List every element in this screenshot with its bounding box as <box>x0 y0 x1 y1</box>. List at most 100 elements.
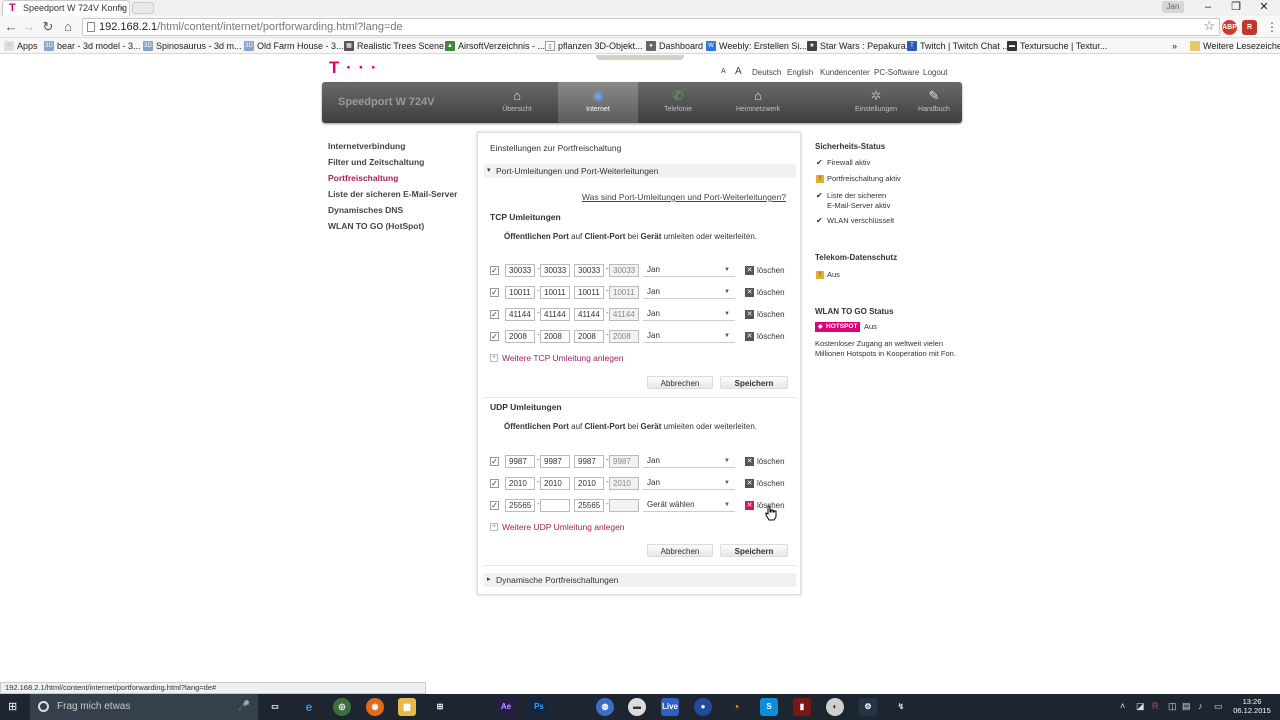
udp-cancel-button[interactable]: Abbrechen <box>647 544 713 557</box>
delete-button[interactable]: ✕ löschen <box>745 330 785 343</box>
browser-menu-icon[interactable]: ⋮ <box>1266 20 1278 34</box>
public-port-start-input[interactable]: 10011 <box>505 286 535 299</box>
public-port-start-input[interactable]: 41144 <box>505 308 535 321</box>
bookmarks-overflow-icon[interactable]: » <box>1172 39 1177 53</box>
delete-button[interactable]: ✕ löschen <box>745 286 785 299</box>
lang-english-link[interactable]: English <box>787 68 813 77</box>
forward-arrow-icon[interactable]: → <box>20 19 38 35</box>
skype-icon[interactable]: S <box>760 698 778 716</box>
public-port-end-input[interactable]: 2008 <box>540 330 570 343</box>
windows-start-icon[interactable]: ⊞ <box>8 701 20 713</box>
section-dynamic-portforwarding[interactable]: ▸ Dynamische Portfreischaltungen <box>484 573 796 587</box>
teamspeak-icon[interactable]: ◍ <box>596 698 614 716</box>
network-icon[interactable]: ▤ <box>1182 701 1191 712</box>
minimize-icon[interactable]: – <box>1194 0 1222 16</box>
logout-link[interactable]: Logout <box>923 68 947 77</box>
other-bookmarks-folder[interactable]: Weitere Lesezeichen <box>1190 39 1280 53</box>
app-circle-icon[interactable]: ◐ <box>826 698 844 716</box>
cortana-search-input[interactable]: Frag mich etwas 🎤 <box>30 694 258 720</box>
reload-icon[interactable]: ↻ <box>39 19 57 35</box>
back-arrow-icon[interactable]: ← <box>2 19 20 35</box>
bookmark-star-icon[interactable]: ☆ <box>1203 18 1215 34</box>
device-select[interactable]: Jan ▼ <box>643 264 735 277</box>
row-enable-checkbox[interactable]: ✓ <box>490 332 499 341</box>
bookmark-item[interactable]: T Twitch | Twitch Chat ... <box>907 39 1010 53</box>
udp-save-button[interactable]: Speichern <box>720 544 788 557</box>
device-select[interactable]: Jan ▼ <box>643 477 735 490</box>
tab-heimnetzwerk[interactable]: ⌂ Heimnetzwerk <box>718 82 798 123</box>
adblock-extension-icon[interactable]: ABP <box>1222 20 1237 35</box>
bookmark-item[interactable]: ★ Star Wars : Pepakura... <box>807 39 913 53</box>
client-port-start-input[interactable]: 2008 <box>574 330 604 343</box>
font-large-link[interactable]: A <box>735 66 742 77</box>
client-port-start-input[interactable]: 10011 <box>574 286 604 299</box>
tray-expand-icon[interactable]: ˄ <box>1120 701 1125 711</box>
public-port-end-input[interactable]: 2010 <box>540 477 570 490</box>
chrome-icon[interactable]: ◎ <box>333 698 351 716</box>
tray-app-icon[interactable]: ◪ <box>1136 701 1145 712</box>
app-icon[interactable]: ▬ <box>628 698 646 716</box>
blender-icon[interactable]: ◔ <box>727 698 745 716</box>
tcp-cancel-button[interactable]: Abbrechen <box>647 376 713 389</box>
firefox-icon[interactable]: ◉ <box>366 698 384 716</box>
public-port-end-input[interactable] <box>540 499 570 512</box>
public-port-start-input[interactable]: 30033 <box>505 264 535 277</box>
delete-button[interactable]: ✕ löschen <box>745 455 785 468</box>
extension-icon[interactable]: R <box>1242 20 1257 35</box>
public-port-start-input[interactable]: 2010 <box>505 477 535 490</box>
app-red-icon[interactable]: ▮ <box>793 698 811 716</box>
row-enable-checkbox[interactable]: ✓ <box>490 501 499 510</box>
new-tab-button[interactable] <box>132 2 154 14</box>
user-profile-badge[interactable]: Jan <box>1162 1 1184 13</box>
add-tcp-redirect-link[interactable]: + Weitere TCP Umleitung anlegen <box>490 353 623 363</box>
public-port-end-input[interactable]: 30033 <box>540 264 570 277</box>
telekom-logo[interactable]: T · · · <box>329 58 378 78</box>
client-port-start-input[interactable]: 9987 <box>574 455 604 468</box>
sidebar-item-email-server[interactable]: Liste der sicheren E-Mail-Server <box>328 189 457 199</box>
tab-uebersicht[interactable]: ⌂ Übersicht <box>477 82 557 123</box>
store-icon[interactable]: ⊞ <box>431 698 449 716</box>
public-port-end-input[interactable]: 10011 <box>540 286 570 299</box>
close-window-icon[interactable]: ✕ <box>1250 0 1278 16</box>
row-enable-checkbox[interactable]: ✓ <box>490 310 499 319</box>
bookmark-item[interactable]: ▬ Textursuche | Textur... <box>1007 39 1107 53</box>
help-link[interactable]: Was sind Port-Umleitungen und Port-Weite… <box>582 192 786 202</box>
client-port-start-input[interactable]: 30033 <box>574 264 604 277</box>
sidebar-item-portfreischaltung[interactable]: Portfreischaltung <box>328 173 398 183</box>
task-view-icon[interactable]: ▭ <box>266 698 284 716</box>
font-small-link[interactable]: A <box>721 68 726 75</box>
explorer-folder-icon[interactable]: ▆ <box>398 698 416 716</box>
tcp-save-button[interactable]: Speichern <box>720 376 788 389</box>
after-effects-icon[interactable]: Ae <box>497 698 515 716</box>
bookmark-item[interactable]: ▦ Realistic Trees Scene... <box>344 39 452 53</box>
sidebar-item-filter[interactable]: Filter und Zeitschaltung <box>328 157 424 167</box>
row-enable-checkbox[interactable]: ✓ <box>490 288 499 297</box>
notifications-icon[interactable]: ▭ <box>1214 701 1223 712</box>
home-icon[interactable]: ⌂ <box>59 19 77 35</box>
taskbar-clock[interactable]: 13:26 06.12.2015 <box>1232 697 1272 715</box>
sidebar-item-internetverbindung[interactable]: Internetverbindung <box>328 141 405 151</box>
tab-close-icon[interactable]: × <box>120 1 125 15</box>
photoshop-icon[interactable]: Ps <box>530 698 548 716</box>
bookmark-item[interactable]: ▯ pflanzen 3D-Objekt... <box>545 39 643 53</box>
sidebar-item-wlan-to-go[interactable]: WLAN TO GO (HotSpot) <box>328 221 424 231</box>
client-port-start-input[interactable]: 2010 <box>574 477 604 490</box>
tab-telefonie[interactable]: ✆ Telefonie <box>638 82 718 123</box>
section-port-redirects[interactable]: ▾ Port-Umleitungen und Port-Weiterleitun… <box>484 164 796 178</box>
public-port-start-input[interactable]: 2008 <box>505 330 535 343</box>
delete-button[interactable]: ✕ löschen <box>745 477 785 490</box>
bookmark-item[interactable]: 3D Spinosaurus - 3d m... <box>143 39 242 53</box>
add-udp-redirect-link[interactable]: + Weitere UDP Umleitung anlegen <box>490 522 625 532</box>
browser-tab[interactable]: T Speedport W 724V Konfig × <box>2 0 130 16</box>
delete-button[interactable]: ✕ löschen <box>745 264 785 277</box>
bookmark-item[interactable]: 3D bear - 3d model - 3... <box>44 39 141 53</box>
client-port-start-input[interactable]: 41144 <box>574 308 604 321</box>
device-select[interactable]: Jan ▼ <box>643 330 735 343</box>
volume-icon[interactable]: ♪ <box>1198 701 1203 711</box>
row-enable-checkbox[interactable]: ✓ <box>490 457 499 466</box>
steam-icon[interactable]: ⚙ <box>859 698 877 716</box>
tab-handbuch[interactable]: ✎ Handbuch <box>894 82 974 123</box>
public-port-start-input[interactable]: 25565 <box>505 499 535 512</box>
pc-software-link[interactable]: PC-Software <box>874 68 919 77</box>
edge-icon[interactable]: e <box>300 698 318 716</box>
